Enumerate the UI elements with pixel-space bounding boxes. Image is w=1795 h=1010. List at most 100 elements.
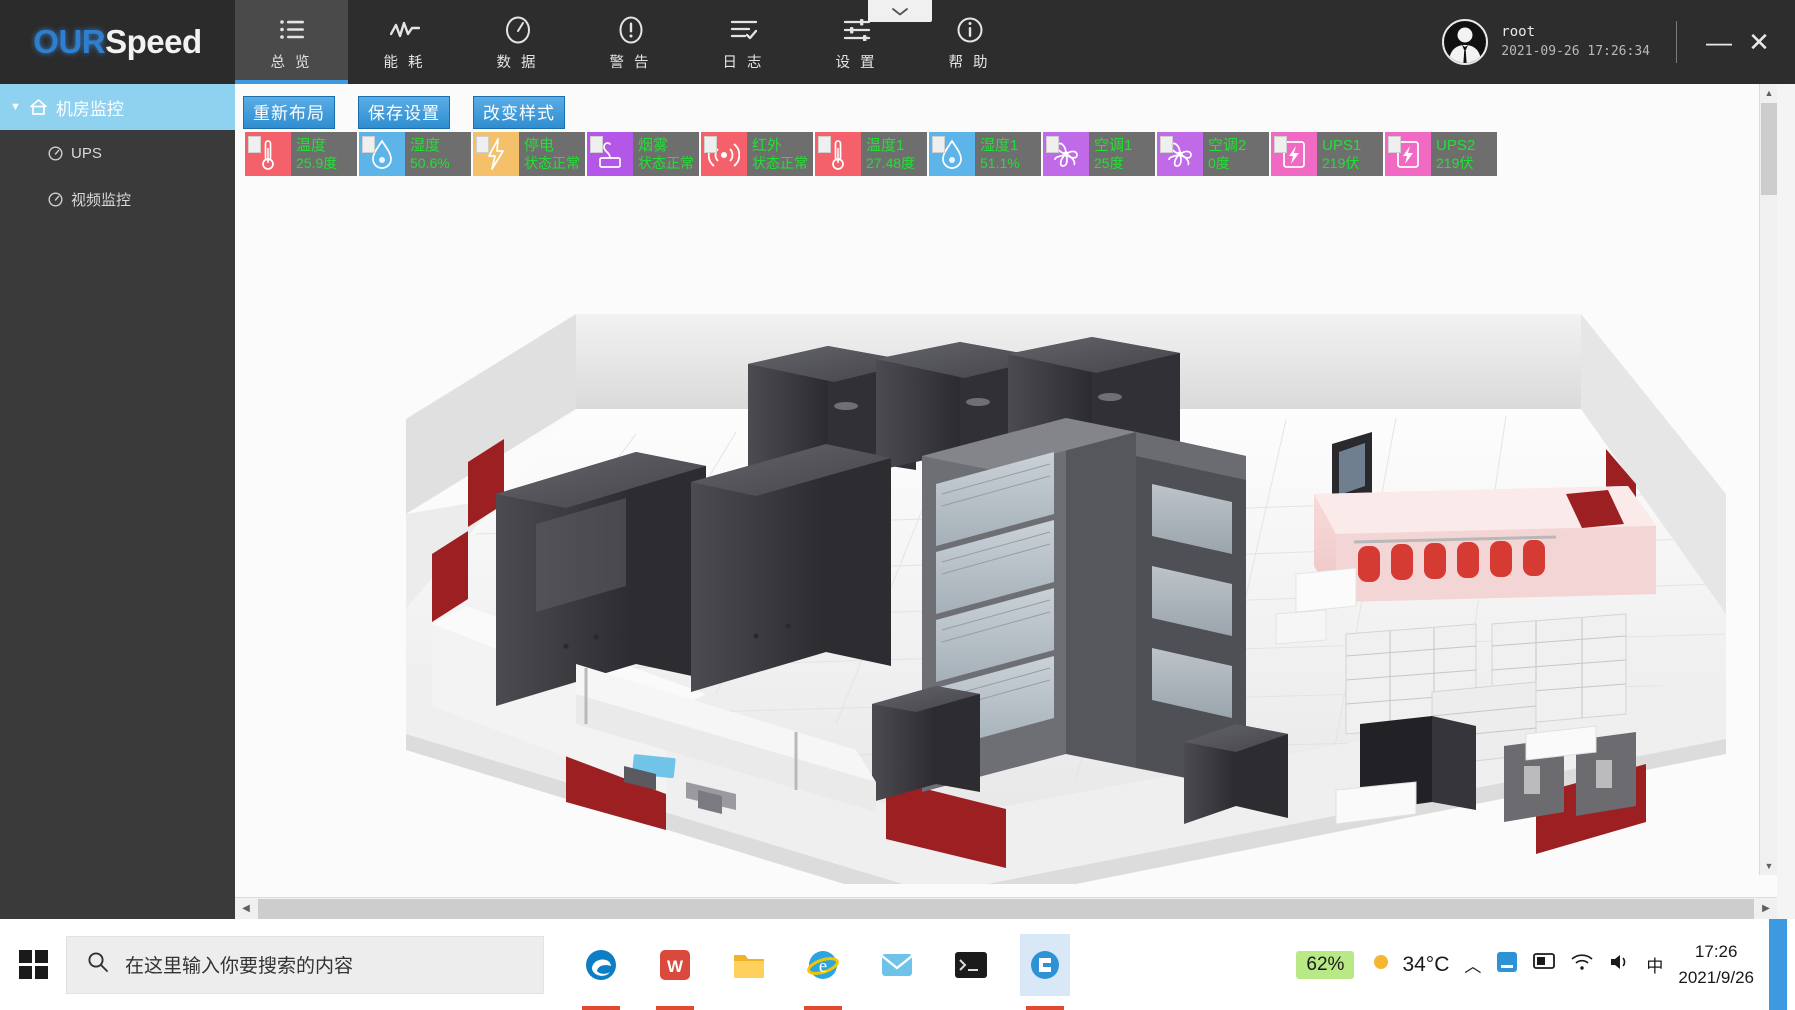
sensor-card-2[interactable]: 湿度50.6% — [359, 132, 473, 176]
tab-overview-label: 总 览 — [270, 51, 312, 72]
clock[interactable]: 17:26 2021/9/26 — [1678, 939, 1754, 990]
volume-icon[interactable] — [1609, 952, 1631, 977]
card-checkbox[interactable] — [818, 136, 831, 153]
card-checkbox[interactable] — [1274, 136, 1287, 153]
sensor-card-3[interactable]: 停电状态正常 — [473, 132, 587, 176]
sensor-card-1[interactable]: 温度25.9度 — [245, 132, 359, 176]
list-icon — [279, 13, 305, 47]
thermometer-icon — [815, 132, 861, 176]
target-icon — [48, 192, 63, 207]
user-area: root 2021-09-26 17:26:34 — ✕ — [1442, 0, 1795, 84]
svg-text:W: W — [667, 957, 684, 976]
minimize-button[interactable]: — — [1699, 27, 1739, 58]
chevron-down-icon: ▼ — [10, 101, 21, 113]
sensor-card-5[interactable]: 红外状态正常 — [701, 132, 815, 176]
save-settings-button[interactable]: 保存设置 — [358, 96, 450, 129]
sensor-name: UPS2 — [1436, 137, 1497, 154]
file-explorer-icon[interactable] — [724, 934, 774, 996]
card-checkbox[interactable] — [476, 136, 489, 153]
search-input[interactable]: 在这里输入你要搜索的内容 — [66, 936, 544, 994]
sensor-card-10[interactable]: UPS1219伏 — [1271, 132, 1385, 176]
vertical-scrollbar[interactable]: ▲ ▼ — [1759, 84, 1777, 875]
card-checkbox[interactable] — [248, 136, 261, 153]
monitor-app-icon[interactable] — [1020, 934, 1070, 996]
onedrive-icon[interactable] — [1496, 951, 1518, 978]
ie-icon[interactable]: e — [798, 934, 848, 996]
scroll-up-button[interactable]: ▲ — [1760, 84, 1777, 102]
horizontal-scroll-thumb[interactable] — [258, 899, 1754, 919]
datacenter-3d-view[interactable] — [235, 194, 1777, 884]
monitor-tray-icon[interactable] — [1533, 953, 1555, 976]
smoke-icon — [587, 132, 633, 176]
start-button[interactable] — [0, 919, 66, 1010]
relayout-button[interactable]: 重新布局 — [243, 96, 335, 129]
notification-center-button[interactable] — [1769, 919, 1787, 1010]
sidebar-item-room-monitor-label: 机房监控 — [56, 95, 124, 120]
tab-log[interactable]: 日 志 — [687, 0, 800, 84]
fan-icon — [1043, 132, 1089, 176]
tab-log-label: 日 志 — [722, 51, 764, 72]
battery-icon — [1385, 132, 1431, 176]
sidebar-item-video-monitor[interactable]: 视频监控 — [0, 176, 235, 222]
gauge-icon — [505, 13, 531, 47]
tab-energy[interactable]: 能 耗 — [348, 0, 461, 84]
card-checkbox[interactable] — [590, 136, 603, 153]
terminal-icon[interactable] — [946, 934, 996, 996]
sensor-card-body: UPS1219伏 — [1317, 132, 1383, 176]
sensor-value: 状态正常 — [752, 155, 813, 171]
scroll-right-button[interactable]: ▶ — [1755, 898, 1777, 920]
tab-alert[interactable]: 警 告 — [574, 0, 687, 84]
sensor-card-8[interactable]: 空调125度 — [1043, 132, 1157, 176]
chevron-up-icon[interactable]: ︿ — [1464, 952, 1481, 977]
tab-overview[interactable]: 总 览 — [235, 0, 348, 84]
sensor-name: 烟雾 — [638, 137, 699, 154]
sensor-card-body: 空调20度 — [1203, 132, 1269, 176]
card-checkbox[interactable] — [1160, 136, 1173, 153]
card-checkbox[interactable] — [704, 136, 717, 153]
sensor-card-body: 空调125度 — [1089, 132, 1155, 176]
sidebar: ▼ 机房监控 UPS 视频监控 — [0, 84, 235, 919]
battery-icon — [1271, 132, 1317, 176]
taskbar-app-list: W e — [576, 934, 1070, 996]
vertical-scroll-thumb[interactable] — [1761, 103, 1777, 195]
signal-icon — [701, 132, 747, 176]
close-button[interactable]: ✕ — [1739, 27, 1779, 58]
horizontal-scrollbar[interactable]: ◀ ▶ — [235, 897, 1777, 919]
search-icon — [87, 951, 109, 978]
logo-prefix: OUR — [33, 23, 105, 60]
wps-icon[interactable]: W — [650, 934, 700, 996]
weather-indicator[interactable]: 34°C — [1369, 950, 1449, 980]
sidebar-item-room-monitor[interactable]: ▼ 机房监控 — [0, 84, 235, 130]
tab-data[interactable]: 数 据 — [461, 0, 574, 84]
card-checkbox[interactable] — [362, 136, 375, 153]
battery-indicator[interactable]: 62% — [1296, 951, 1354, 979]
main-panel: 重新布局 保存设置 改变样式 温度25.9度湿度50.6%停电状态正常烟雾状态正… — [235, 84, 1795, 919]
card-checkbox[interactable] — [1388, 136, 1401, 153]
avatar[interactable] — [1442, 19, 1488, 65]
change-style-button[interactable]: 改变样式 — [473, 96, 565, 129]
card-checkbox[interactable] — [932, 136, 945, 153]
mail-icon[interactable] — [872, 934, 922, 996]
sensor-value: 25.9度 — [296, 155, 357, 171]
wifi-icon[interactable] — [1570, 953, 1594, 976]
sensor-card-7[interactable]: 湿度151.1% — [929, 132, 1043, 176]
sensor-name: 空调2 — [1208, 137, 1269, 154]
scroll-down-button[interactable]: ▼ — [1760, 857, 1777, 875]
card-checkbox[interactable] — [1046, 136, 1059, 153]
scroll-left-button[interactable]: ◀ — [235, 898, 257, 920]
sensor-card-4[interactable]: 烟雾状态正常 — [587, 132, 701, 176]
tabs-overflow-button[interactable] — [868, 0, 932, 22]
droplet-icon — [929, 132, 975, 176]
sensor-card-6[interactable]: 温度127.48度 — [815, 132, 929, 176]
app-header: OURSpeed 总 览 能 耗 — [0, 0, 1795, 84]
sensor-card-11[interactable]: UPS2219伏 — [1385, 132, 1499, 176]
sensor-card-9[interactable]: 空调20度 — [1157, 132, 1271, 176]
sensor-card-body: 停电状态正常 — [519, 132, 585, 176]
sensor-card-body: 温度25.9度 — [291, 132, 357, 176]
sidebar-item-video-monitor-label: 视频监控 — [71, 189, 131, 210]
sidebar-item-ups[interactable]: UPS — [0, 130, 235, 176]
edge-legacy-icon[interactable] — [576, 934, 626, 996]
ime-indicator[interactable]: 中 — [1646, 952, 1663, 977]
tab-energy-label: 能 耗 — [383, 51, 425, 72]
user-datetime: 2021-09-26 17:26:34 — [1501, 43, 1650, 62]
